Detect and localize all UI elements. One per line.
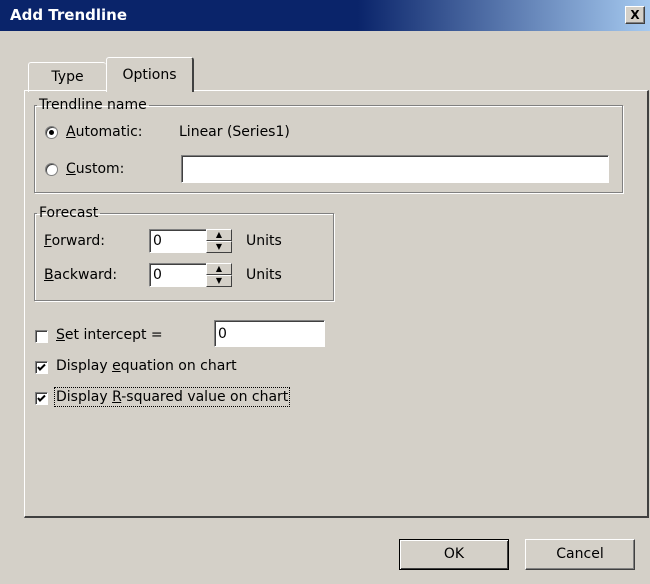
cancel-button[interactable]: Cancel bbox=[525, 539, 635, 570]
backward-units: Units bbox=[246, 267, 282, 283]
forward-units: Units bbox=[246, 233, 282, 249]
backward-spinner[interactable]: ▲ ▼ bbox=[206, 263, 232, 287]
automatic-trendline-name: Linear (Series1) bbox=[179, 124, 290, 140]
tab-options-label: Options bbox=[122, 67, 177, 83]
tab-options[interactable]: Options bbox=[106, 57, 194, 92]
tab-type-label: Type bbox=[51, 69, 84, 85]
backward-down-button[interactable]: ▼ bbox=[206, 275, 232, 287]
forward-up-button[interactable]: ▲ bbox=[206, 229, 232, 241]
forward-spinner[interactable]: ▲ ▼ bbox=[206, 229, 232, 253]
arrow-up-icon: ▲ bbox=[215, 230, 223, 239]
trendline-name-legend: Trendline name bbox=[39, 97, 147, 113]
forward-down-button[interactable]: ▼ bbox=[206, 241, 232, 253]
forecast-legend: Forecast bbox=[39, 205, 99, 221]
checkmark-icon bbox=[37, 363, 46, 371]
set-intercept-checkbox[interactable] bbox=[35, 330, 48, 343]
custom-name-input[interactable] bbox=[181, 155, 609, 183]
close-button[interactable]: X bbox=[625, 6, 645, 24]
arrow-down-icon: ▼ bbox=[215, 242, 223, 251]
cancel-button-label: Cancel bbox=[556, 546, 604, 562]
display-equation-label[interactable]: Display equation on chart bbox=[56, 358, 237, 374]
set-intercept-label[interactable]: Set intercept = bbox=[56, 327, 163, 343]
backward-input[interactable] bbox=[149, 263, 207, 287]
backward-up-button[interactable]: ▲ bbox=[206, 263, 232, 275]
forward-input[interactable] bbox=[149, 229, 207, 253]
backward-label: Backward: bbox=[44, 267, 118, 283]
ok-button[interactable]: OK bbox=[399, 539, 509, 570]
close-icon: X bbox=[630, 8, 640, 22]
custom-label[interactable]: Custom: bbox=[66, 161, 124, 177]
ok-button-label: OK bbox=[443, 546, 465, 562]
arrow-down-icon: ▼ bbox=[215, 276, 223, 285]
set-intercept-input[interactable] bbox=[214, 320, 325, 347]
display-r-squared-checkbox[interactable] bbox=[35, 392, 48, 405]
display-equation-checkbox[interactable] bbox=[35, 361, 48, 374]
arrow-up-icon: ▲ bbox=[215, 264, 223, 273]
tab-type[interactable]: Type bbox=[28, 62, 106, 92]
custom-radio[interactable] bbox=[45, 163, 58, 176]
automatic-label[interactable]: Automatic: bbox=[66, 124, 143, 140]
forward-label: Forward: bbox=[44, 233, 106, 249]
automatic-radio[interactable] bbox=[45, 126, 58, 139]
display-r-squared-label[interactable]: Display R-squared value on chart bbox=[53, 387, 291, 407]
window-title: Add Trendline bbox=[10, 6, 128, 24]
title-bar: Add Trendline X bbox=[0, 0, 650, 31]
checkmark-icon bbox=[37, 394, 46, 402]
